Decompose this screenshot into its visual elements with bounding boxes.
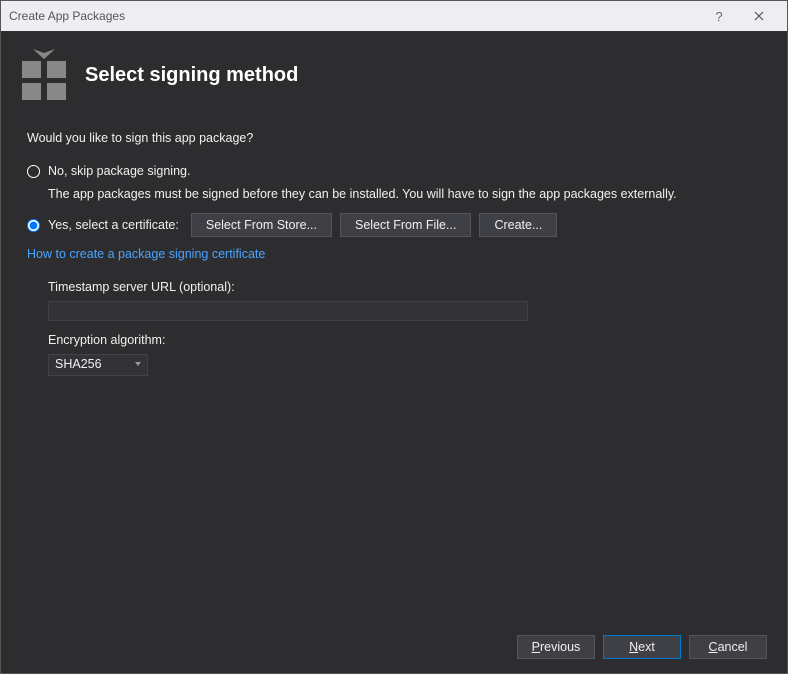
help-link[interactable]: How to create a package signing certific… (27, 247, 265, 261)
header: Select signing method (1, 31, 787, 119)
chevron-down-icon (135, 362, 141, 366)
radio-no[interactable] (27, 165, 40, 178)
window-title: Create App Packages (9, 9, 699, 23)
footer: Previous Next Cancel (1, 623, 787, 673)
close-icon (754, 11, 764, 21)
question-text: Would you like to sign this app package? (27, 129, 761, 148)
radio-yes[interactable] (27, 219, 40, 232)
page-title: Select signing method (85, 64, 298, 87)
help-button[interactable]: ? (699, 2, 739, 30)
encryption-combo[interactable]: SHA256 (48, 354, 148, 376)
content-area: Select signing method Would you like to … (1, 31, 787, 673)
radio-yes-row: Yes, select a certificate: Select From S… (27, 213, 761, 237)
titlebar: Create App Packages ? (1, 1, 787, 31)
create-button[interactable]: Create... (479, 213, 557, 237)
select-from-store-button[interactable]: Select From Store... (191, 213, 332, 237)
radio-no-row[interactable]: No, skip package signing. (27, 162, 761, 181)
encryption-value: SHA256 (55, 355, 102, 374)
encryption-label: Encryption algorithm: (48, 331, 761, 350)
select-from-file-button[interactable]: Select From File... (340, 213, 471, 237)
close-button[interactable] (739, 2, 779, 30)
body: Would you like to sign this app package?… (1, 119, 787, 386)
package-icon (21, 49, 67, 101)
previous-button[interactable]: Previous (517, 635, 595, 659)
dialog-window: Create App Packages ? Select signing met… (0, 0, 788, 674)
timestamp-label: Timestamp server URL (optional): (48, 278, 761, 297)
cancel-button[interactable]: Cancel (689, 635, 767, 659)
timestamp-input[interactable] (48, 301, 528, 321)
radio-no-subtext: The app packages must be signed before t… (48, 185, 761, 204)
radio-no-label: No, skip package signing. (48, 162, 190, 181)
timestamp-group: Timestamp server URL (optional): (48, 278, 761, 321)
encryption-group: Encryption algorithm: SHA256 (48, 331, 761, 376)
radio-yes-label: Yes, select a certificate: (48, 216, 179, 235)
next-button[interactable]: Next (603, 635, 681, 659)
